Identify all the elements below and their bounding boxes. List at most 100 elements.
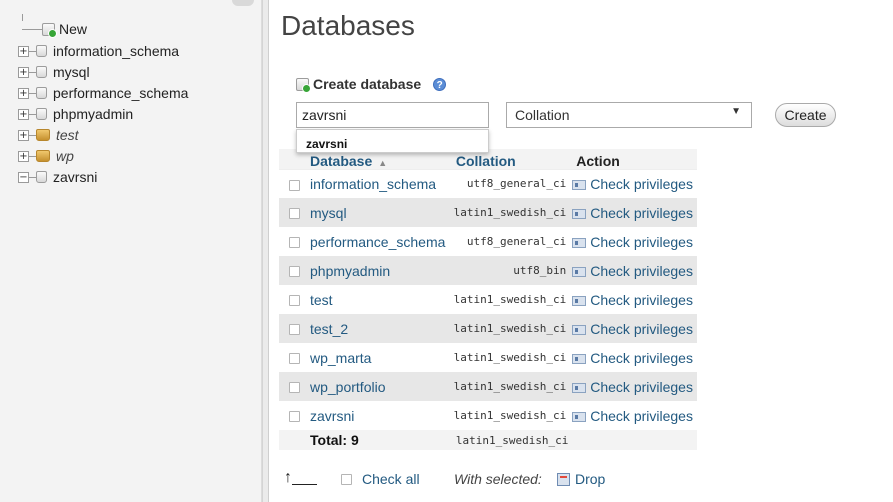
collation-cell: latin1_swedish_ci — [449, 285, 571, 314]
privileges-icon — [572, 295, 587, 306]
check-privileges-label[interactable]: Check privileges — [590, 263, 693, 279]
nav-database-name[interactable]: phpmyadmin — [53, 106, 133, 122]
privileges-icon — [572, 411, 587, 422]
tree-connector — [29, 71, 36, 73]
privileges-icon — [572, 324, 587, 335]
row-checkbox[interactable] — [289, 324, 300, 336]
nav-database-item[interactable]: + information_schema — [18, 41, 179, 61]
check-privileges-label[interactable]: Check privileges — [590, 321, 693, 337]
check-privileges-label[interactable]: Check privileges — [590, 350, 693, 366]
tree-connector — [29, 92, 36, 94]
check-privileges-label[interactable]: Check privileges — [590, 292, 693, 308]
row-checkbox[interactable] — [289, 353, 300, 365]
check-all-link[interactable]: Check all — [362, 471, 420, 487]
database-name-link[interactable]: information_schema — [310, 169, 450, 198]
create-database-heading: Create database ? — [296, 76, 447, 93]
expand-icon[interactable]: + — [18, 66, 29, 78]
drop-icon[interactable] — [557, 473, 570, 486]
check-privileges-link[interactable]: Check privileges — [570, 227, 697, 256]
panel-resize-handle[interactable] — [262, 0, 269, 502]
row-checkbox[interactable] — [289, 266, 300, 278]
collation-cell: utf8_general_ci — [449, 227, 571, 256]
nav-database-name[interactable]: mysql — [53, 64, 90, 80]
row-checkbox[interactable] — [289, 208, 300, 220]
check-privileges-link[interactable]: Check privileges — [570, 256, 697, 285]
collapse-all-icon[interactable] — [232, 0, 254, 6]
tree-connector — [29, 134, 36, 136]
nav-database-item[interactable]: + test — [18, 125, 79, 145]
nav-database-name[interactable]: information_schema — [53, 43, 179, 59]
nav-database-item[interactable]: + performance_schema — [18, 83, 188, 103]
row-checkbox[interactable] — [289, 382, 300, 394]
nav-database-item[interactable]: − zavrsni — [18, 167, 97, 187]
database-name-link[interactable]: performance_schema — [310, 227, 450, 256]
privileges-icon — [572, 237, 587, 248]
new-database-icon — [42, 22, 57, 38]
expand-icon[interactable]: + — [18, 87, 29, 99]
nav-database-name[interactable]: test — [56, 127, 79, 143]
row-checkbox[interactable] — [289, 411, 300, 423]
check-privileges-link[interactable]: Check privileges — [570, 314, 697, 343]
nav-database-item[interactable]: + wp — [18, 146, 74, 166]
expand-icon[interactable]: + — [18, 150, 29, 162]
check-privileges-link[interactable]: Check privileges — [570, 343, 697, 372]
row-checkbox-cell — [279, 401, 310, 430]
check-privileges-label[interactable]: Check privileges — [590, 379, 693, 395]
privileges-icon — [572, 353, 587, 364]
collation-select[interactable]: Collation ▼ — [506, 102, 752, 128]
database-name-link[interactable]: phpmyadmin — [310, 256, 450, 285]
check-privileges-label[interactable]: Check privileges — [590, 176, 693, 192]
database-name-link[interactable]: test — [310, 285, 450, 314]
databases-table: Database ▲ Collation Action information_s… — [279, 149, 697, 450]
nav-database-name[interactable]: zavrsni — [53, 169, 97, 185]
check-privileges-label[interactable]: Check privileges — [590, 205, 693, 221]
collation-cell: latin1_swedish_ci — [449, 198, 571, 227]
autocomplete-suggestion[interactable]: zavrsni — [296, 129, 489, 153]
nav-database-item[interactable]: + mysql — [18, 62, 90, 82]
nav-new-label[interactable]: New — [59, 21, 87, 37]
check-privileges-link[interactable]: Check privileges — [570, 198, 697, 227]
check-all-checkbox[interactable] — [341, 474, 352, 485]
database-name-input[interactable] — [296, 102, 489, 128]
expand-icon[interactable]: + — [18, 45, 29, 57]
check-privileges-link[interactable]: Check privileges — [570, 401, 697, 430]
nav-database-item[interactable]: + phpmyadmin — [18, 104, 133, 124]
database-name-link[interactable]: wp_marta — [310, 343, 450, 372]
collation-cell: utf8_general_ci — [449, 169, 571, 198]
collapse-icon[interactable]: − — [18, 171, 29, 183]
check-privileges-link[interactable]: Check privileges — [570, 372, 697, 401]
row-checkbox[interactable] — [289, 179, 300, 191]
row-checkbox[interactable] — [289, 237, 300, 249]
row-checkbox[interactable] — [289, 295, 300, 307]
check-privileges-label[interactable]: Check privileges — [590, 408, 693, 424]
tree-connector — [22, 28, 42, 30]
database-name-link[interactable]: wp_portfolio — [310, 372, 450, 401]
expand-icon[interactable]: + — [18, 129, 29, 141]
table-row: mysql latin1_swedish_ci Check privileges — [279, 198, 697, 227]
collation-select-value: Collation — [515, 107, 570, 123]
help-icon[interactable]: ? — [433, 77, 447, 91]
tree-connector — [29, 50, 36, 52]
database-icon — [36, 171, 47, 183]
nav-new-database[interactable]: New — [22, 19, 87, 39]
expand-icon[interactable]: + — [18, 108, 29, 120]
drop-link[interactable]: Drop — [575, 471, 605, 487]
nav-database-name[interactable]: wp — [56, 148, 74, 164]
table-row: wp_marta latin1_swedish_ci Check privilege… — [279, 343, 697, 372]
table-row: information_schema utf8_general_ci Check p… — [279, 169, 697, 198]
database-name-link[interactable]: test_2 — [310, 314, 450, 343]
tree-connector — [29, 113, 36, 115]
row-checkbox-cell — [279, 372, 310, 401]
nav-database-name[interactable]: performance_schema — [53, 85, 188, 101]
sort-ascending-icon: ▲ — [378, 157, 388, 168]
check-privileges-link[interactable]: Check privileges — [570, 285, 697, 314]
with-selected-label: With selected: — [454, 471, 542, 487]
table-row: wp_portfolio latin1_swedish_ci Check privi… — [279, 372, 697, 401]
create-button[interactable]: Create — [775, 103, 836, 127]
check-privileges-label[interactable]: Check privileges — [590, 234, 693, 250]
database-name-link[interactable]: mysql — [310, 198, 450, 227]
check-privileges-link[interactable]: Check privileges — [570, 169, 697, 198]
row-checkbox-cell — [279, 227, 310, 256]
database-name-link[interactable]: zavrsni — [310, 401, 450, 430]
tree-connector — [29, 155, 36, 157]
